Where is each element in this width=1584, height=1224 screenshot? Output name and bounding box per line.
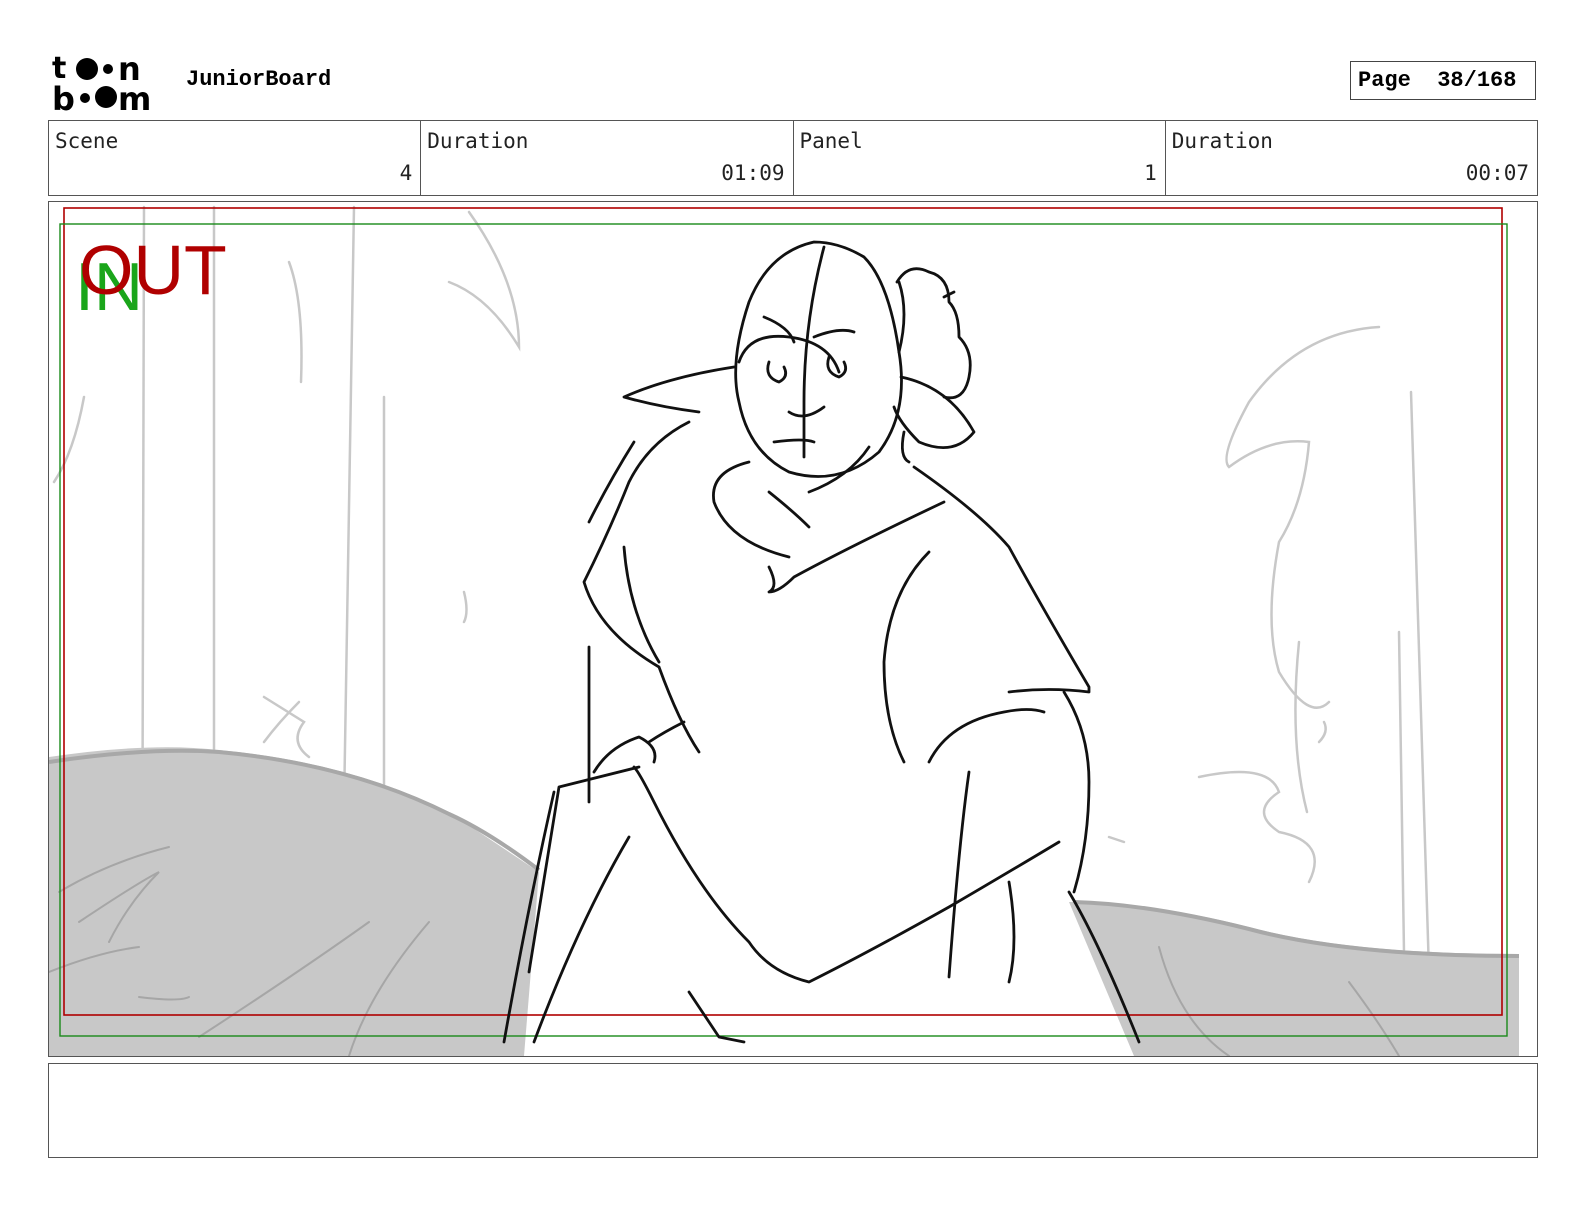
page-indicator: Page 38/168: [1350, 61, 1536, 100]
scene-label: Scene: [55, 129, 119, 153]
panel-cell: Panel 1: [794, 121, 1166, 195]
panel-label: Panel: [799, 129, 863, 153]
scene-duration-label: Duration: [427, 129, 529, 153]
scene-info-table: Scene 4 Duration 01:09 Panel 1 Duration …: [48, 120, 1538, 196]
page-label: Page: [1358, 68, 1411, 93]
storyboard-panel: IN OUT: [48, 201, 1538, 1057]
toonboom-logo: t n b m: [52, 50, 164, 118]
svg-text:b: b: [52, 80, 75, 112]
panel-duration-value: 00:07: [1465, 161, 1529, 185]
app-name: JuniorBoard: [186, 67, 332, 92]
svg-text:m: m: [118, 80, 151, 112]
out-marker: OUT: [79, 231, 227, 309]
scene-cell: Scene 4: [49, 121, 422, 195]
panel-duration-cell: Duration 00:07: [1166, 121, 1537, 195]
panel-duration-label: Duration: [1171, 129, 1273, 153]
panel-notes-box[interactable]: [48, 1063, 1538, 1158]
scene-duration-value: 01:09: [721, 161, 785, 185]
panel-value: 1: [1144, 161, 1157, 185]
scene-duration-cell: Duration 01:09: [421, 121, 794, 195]
page-number: 38/168: [1437, 68, 1517, 93]
scene-value: 4: [399, 161, 413, 185]
panel-sketch: IN OUT: [49, 205, 1520, 1056]
character-sketch: [502, 240, 1141, 1044]
